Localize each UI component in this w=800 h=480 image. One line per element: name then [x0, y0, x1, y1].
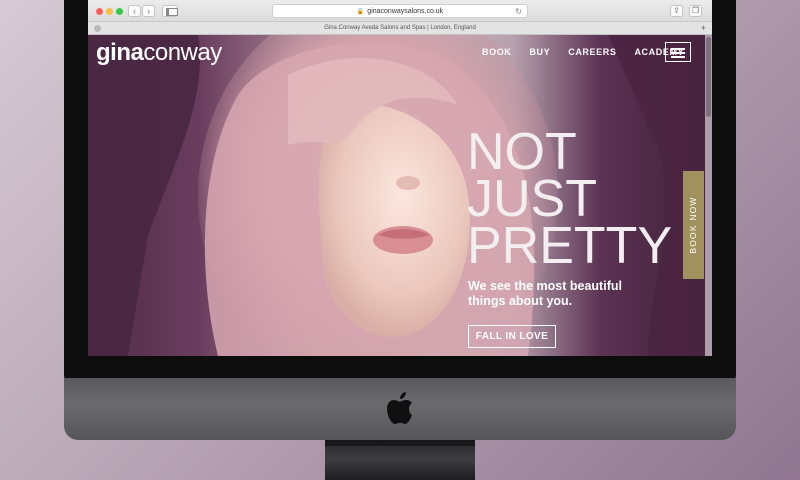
- logo-first-word: gina: [96, 39, 144, 66]
- new-tab-icon[interactable]: +: [701, 22, 706, 34]
- sidebar-toggle-button[interactable]: [162, 5, 178, 17]
- tabs-icon: ❐: [691, 6, 700, 15]
- headline-line-3: PRETTY: [467, 217, 673, 275]
- close-window-button[interactable]: [96, 8, 103, 15]
- apple-logo-icon: [387, 392, 412, 424]
- tab-bar: Gina Conway Aveda Salons and Spas | Lond…: [88, 22, 712, 35]
- monitor-stand: [325, 440, 475, 480]
- browser-window: ‹ › 🔒 ginaconwaysalons.co.uk ↻ ⇪ ❐ Gina C…: [88, 0, 712, 356]
- scrollbar-thumb[interactable]: [706, 37, 711, 117]
- fall-in-love-button[interactable]: FALL IN LOVE: [468, 325, 556, 348]
- nav-careers[interactable]: CAREERS: [568, 47, 616, 57]
- logo-second-word: conway: [143, 39, 222, 66]
- reload-icon[interactable]: ↻: [515, 5, 522, 18]
- hamburger-menu-icon[interactable]: [665, 42, 691, 62]
- maximize-window-button[interactable]: [116, 8, 123, 15]
- back-button[interactable]: ‹: [128, 5, 141, 17]
- stand-shadow: [325, 440, 475, 446]
- website-page: gina conway BOOK BUY CAREERS ACADEMY NOT …: [88, 35, 712, 356]
- lock-icon: 🔒: [356, 9, 365, 15]
- chevron-left-icon: ‹: [133, 6, 136, 16]
- hero-headline: NOT JUST PRETTY: [467, 123, 687, 275]
- book-now-tab[interactable]: BOOK NOW: [683, 171, 704, 279]
- headline-line-1: NOT: [467, 123, 577, 181]
- headline-line-2: JUST: [467, 170, 597, 228]
- nav-book[interactable]: BOOK: [482, 47, 511, 57]
- hero-subtitle: We see the most beautiful things about y…: [468, 279, 622, 308]
- minimize-window-button[interactable]: [106, 8, 113, 15]
- share-button[interactable]: ⇪: [670, 5, 683, 17]
- site-logo[interactable]: gina conway: [96, 39, 222, 69]
- book-now-label: BOOK NOW: [688, 196, 698, 254]
- address-bar[interactable]: 🔒 ginaconwaysalons.co.uk ↻: [272, 4, 528, 18]
- tab-title[interactable]: Gina Conway Aveda Salons and Spas | Lond…: [88, 22, 712, 34]
- url-text: ginaconwaysalons.co.uk: [367, 8, 444, 15]
- chevron-right-icon: ›: [147, 6, 150, 16]
- nav-buy[interactable]: BUY: [529, 47, 550, 57]
- show-tabs-button[interactable]: ❐: [689, 5, 702, 17]
- forward-button[interactable]: ›: [142, 5, 155, 17]
- share-icon: ⇪: [673, 6, 680, 15]
- browser-toolbar: ‹ › 🔒 ginaconwaysalons.co.uk ↻ ⇪ ❐: [88, 0, 712, 22]
